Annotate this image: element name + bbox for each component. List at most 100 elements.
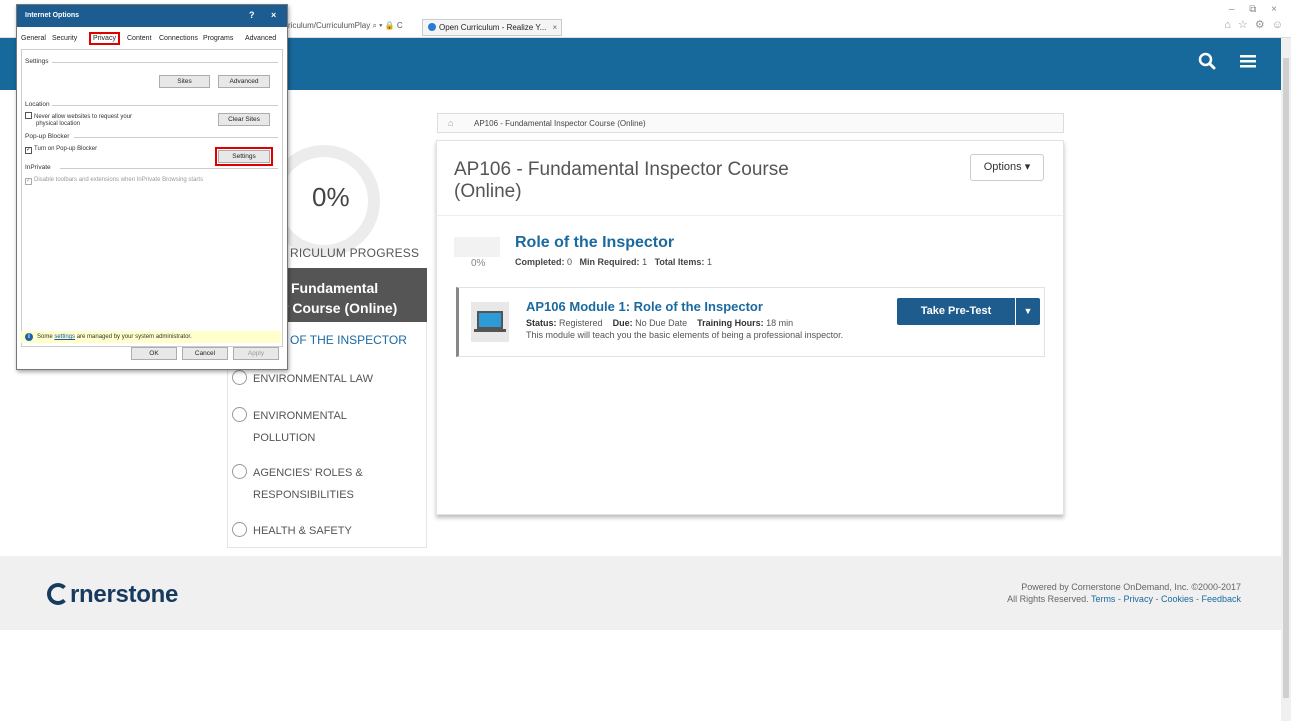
section-meta: Completed: 0 Min Required: 1 Total Items… bbox=[515, 257, 712, 267]
cookies-link[interactable]: Cookies bbox=[1161, 594, 1194, 604]
tab-close-icon[interactable]: × bbox=[553, 23, 558, 32]
footer-copyright: Powered by Cornerstone OnDemand, Inc. ©2… bbox=[1007, 581, 1241, 605]
checkbox-unchecked-icon bbox=[25, 112, 32, 119]
curriculum-progress-percent: 0% bbox=[312, 182, 350, 212]
tab-title: Open Curriculum - Realize Y... bbox=[439, 23, 547, 32]
location-checkbox[interactable]: Never allow websites to request your phy… bbox=[25, 112, 132, 128]
breadcrumb: ⌂ AP106 - Fundamental Inspector Course (… bbox=[437, 113, 1064, 133]
section-progress-percent: 0% bbox=[471, 258, 486, 269]
location-check-label: Never allow websites to request your bbox=[34, 114, 133, 120]
popup-blocker-group-label: Pop-up Blocker bbox=[25, 133, 70, 140]
page-title: AP106 - Fundamental Inspector Course (On… bbox=[454, 159, 789, 203]
internet-options-dialog: Internet Options ? × General Security Pr… bbox=[16, 4, 288, 370]
completed-label: Completed: bbox=[515, 257, 565, 267]
dialog-title: Internet Options bbox=[25, 12, 80, 19]
tab-programs[interactable]: Programs bbox=[203, 35, 233, 42]
popup-blocker-checkbox[interactable]: ✓ Turn on Pop-up Blocker bbox=[25, 146, 97, 154]
info-icon: i bbox=[25, 333, 33, 341]
breadcrumb-course[interactable]: AP106 - Fundamental Inspector Course (On… bbox=[474, 119, 646, 128]
tab-privacy[interactable]: Privacy bbox=[89, 32, 120, 45]
inprivate-group-label: InPrivate bbox=[25, 164, 51, 171]
training-hours-label: Training Hours: bbox=[697, 318, 764, 328]
dialog-title-bar[interactable]: Internet Options ? × bbox=[17, 5, 287, 27]
module-description: This module will teach you the basic ele… bbox=[526, 330, 844, 340]
cornerstone-logo: rnerstone bbox=[47, 581, 178, 609]
course-card-header: AP106 - Fundamental Inspector Course (On… bbox=[437, 141, 1063, 216]
close-icon[interactable]: × bbox=[271, 10, 276, 20]
due-label: Due: bbox=[612, 318, 633, 328]
sidebar-item-label: RESPONSIBILITIES bbox=[253, 489, 354, 501]
status-label: Status: bbox=[526, 318, 557, 328]
checkbox-checked-icon: ✓ bbox=[25, 178, 32, 185]
help-icon[interactable]: ? bbox=[249, 10, 255, 20]
window-controls[interactable]: – ⧉ × bbox=[1229, 4, 1283, 15]
page-title-line1: AP106 - Fundamental Inspector Course bbox=[454, 159, 789, 180]
sidebar-item-label: ENVIRONMENTAL bbox=[253, 410, 347, 422]
sites-button[interactable]: Sites bbox=[159, 75, 210, 88]
page-title-line2: (Online) bbox=[454, 181, 522, 202]
footer: rnerstone Powered by Cornerstone OnDeman… bbox=[0, 556, 1281, 630]
sidebar-course-title-line1: Fundamental bbox=[291, 280, 379, 296]
browser-toolbar-icons[interactable]: ⌂ ☆ ⚙ ☺ bbox=[1224, 18, 1285, 31]
location-group-label: Location bbox=[25, 101, 50, 108]
notice-text: Some bbox=[37, 334, 55, 340]
page-scrollbar[interactable] bbox=[1281, 38, 1291, 721]
tab-general[interactable]: General bbox=[21, 35, 46, 42]
hamburger-menu-icon[interactable] bbox=[1240, 52, 1256, 75]
take-pre-test-button[interactable]: Take Pre-Test bbox=[897, 298, 1015, 325]
sidebar-item-environmental-pollution[interactable]: ENVIRONMENTAL POLLUTION bbox=[232, 405, 347, 449]
sidebar-item-label: HEALTH & SAFETY bbox=[253, 525, 352, 537]
privacy-link[interactable]: Privacy bbox=[1123, 594, 1153, 604]
logo-text: rnerstone bbox=[70, 581, 178, 608]
module-title[interactable]: AP106 Module 1: Role of the Inspector bbox=[526, 299, 763, 314]
min-required-value: 1 bbox=[642, 257, 648, 267]
options-button[interactable]: Options ▾ bbox=[970, 154, 1044, 181]
take-pre-test-dropdown-icon[interactable]: ▼ bbox=[1016, 298, 1040, 325]
radio-circle-icon bbox=[232, 407, 247, 422]
radio-circle-icon bbox=[232, 370, 247, 385]
ie-favicon-icon bbox=[428, 23, 436, 31]
browser-tab[interactable]: Open Curriculum - Realize Y... × bbox=[422, 19, 562, 36]
sidebar-item-role-of-inspector[interactable]: OF THE INSPECTOR bbox=[290, 333, 407, 347]
apply-button[interactable]: Apply bbox=[233, 347, 279, 360]
ok-button[interactable]: OK bbox=[131, 347, 177, 360]
sidebar-item-environmental-law[interactable]: ENVIRONMENTAL LAW bbox=[232, 368, 373, 390]
tab-content[interactable]: Content bbox=[127, 35, 152, 42]
powered-by-text: Powered by Cornerstone OnDemand, Inc. ©2… bbox=[1021, 582, 1241, 592]
notice-text: are managed by your system administrator… bbox=[75, 334, 192, 340]
module-meta: Status: Registered Due: No Due Date Trai… bbox=[526, 318, 793, 328]
module-card: AP106 Module 1: Role of the Inspector St… bbox=[456, 287, 1045, 357]
sidebar-course-title-line2: r Course (Online) bbox=[283, 300, 398, 316]
clear-sites-button[interactable]: Clear Sites bbox=[218, 113, 270, 126]
inprivate-checkbox[interactable]: ✓ Disable toolbars and extensions when In… bbox=[25, 177, 203, 185]
scrollbar-thumb[interactable] bbox=[1283, 58, 1289, 698]
sidebar-item-label: ENVIRONMENTAL LAW bbox=[253, 373, 373, 385]
address-bar[interactable]: riculum/CurriculumPlay ⌕ ▾ 🔒 C bbox=[288, 21, 403, 31]
location-check-label: physical location bbox=[36, 121, 81, 127]
terms-link[interactable]: Terms bbox=[1091, 594, 1116, 604]
status-value: Registered bbox=[559, 318, 603, 328]
tab-connections[interactable]: Connections bbox=[159, 35, 198, 42]
popup-settings-button[interactable]: Settings bbox=[215, 147, 273, 166]
tab-advanced[interactable]: Advanced bbox=[245, 35, 276, 42]
home-icon[interactable]: ⌂ bbox=[448, 118, 453, 128]
checkbox-checked-icon: ✓ bbox=[25, 147, 32, 154]
training-hours-value: 18 min bbox=[766, 318, 794, 328]
sidebar-item-agencies-roles[interactable]: AGENCIES' ROLES & RESPONSIBILITIES bbox=[232, 462, 363, 506]
feedback-link[interactable]: Feedback bbox=[1201, 594, 1241, 604]
completed-value: 0 bbox=[567, 257, 573, 267]
total-items-label: Total Items: bbox=[654, 257, 705, 267]
due-value: No Due Date bbox=[635, 318, 688, 328]
cancel-button[interactable]: Cancel bbox=[182, 347, 228, 360]
settings-link[interactable]: settings bbox=[54, 334, 75, 340]
search-icon[interactable] bbox=[1198, 52, 1216, 76]
separator: - bbox=[1152, 594, 1161, 604]
total-items-value: 1 bbox=[706, 257, 712, 267]
computer-module-icon bbox=[471, 302, 509, 342]
section-title[interactable]: Role of the Inspector bbox=[515, 234, 674, 252]
sidebar-item-health-safety[interactable]: HEALTH & SAFETY bbox=[232, 520, 352, 542]
settings-group-label: Settings bbox=[25, 58, 49, 65]
advanced-button[interactable]: Advanced bbox=[218, 75, 270, 88]
sidebar-item-label: AGENCIES' ROLES & bbox=[253, 467, 363, 479]
tab-security[interactable]: Security bbox=[52, 35, 77, 42]
